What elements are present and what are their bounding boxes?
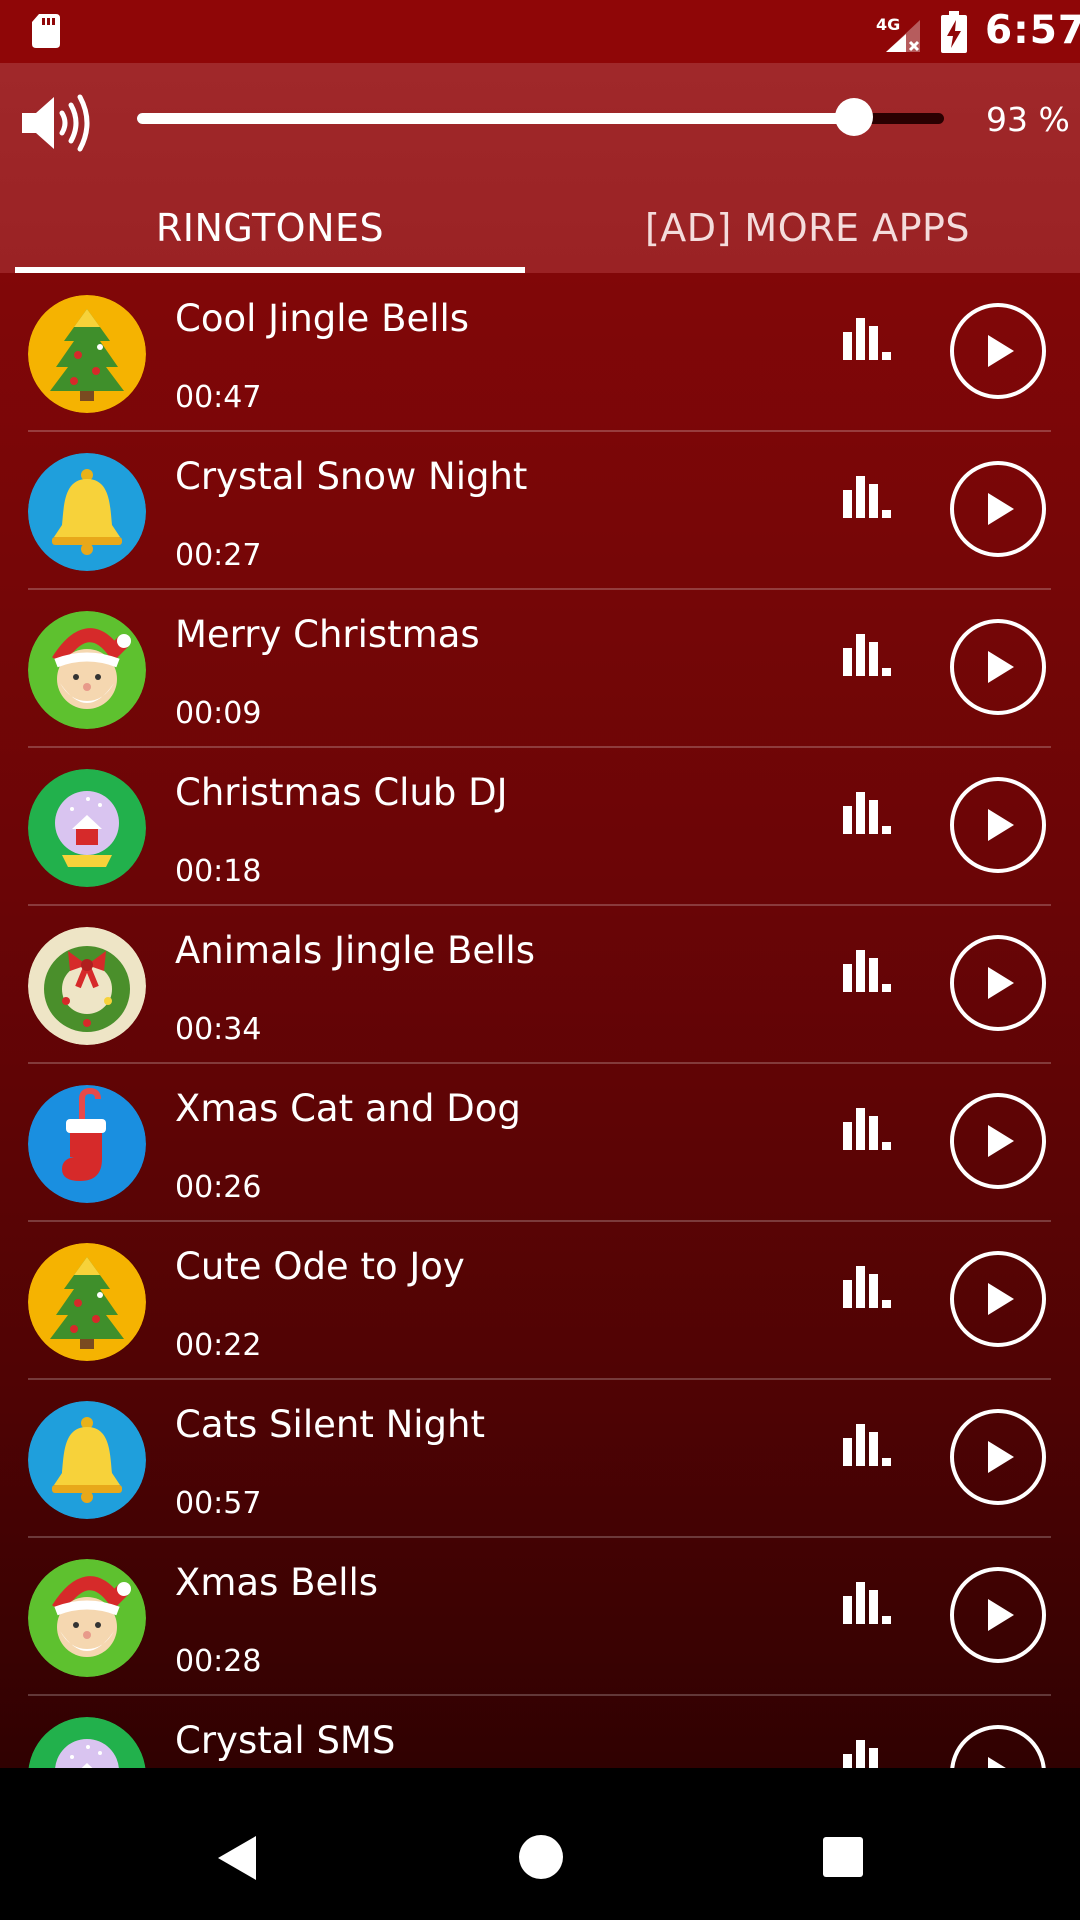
svg-text:4G: 4G	[876, 15, 900, 34]
tab-more-apps[interactable]: [AD] MORE APPS	[555, 183, 1060, 273]
volume-slider-thumb[interactable]	[835, 98, 873, 136]
equalizer-icon[interactable]	[843, 1266, 895, 1313]
equalizer-icon[interactable]	[843, 792, 895, 839]
back-icon[interactable]	[214, 1834, 258, 1882]
ringtone-duration: 00:28	[175, 1644, 262, 1679]
ringtone-row[interactable]: Cool Jingle Bells 00:47	[0, 273, 1080, 431]
volume-slider[interactable]	[137, 98, 944, 136]
volume-icon[interactable]	[20, 93, 94, 153]
ringtone-title: Crystal Snow Night	[175, 455, 528, 498]
sd-card-icon	[32, 14, 60, 48]
ringtone-title: Cool Jingle Bells	[175, 297, 470, 340]
ringtone-title: Xmas Bells	[175, 1561, 379, 1604]
snow-globe-icon	[28, 1717, 146, 1768]
ringtone-row[interactable]: Cute Ode to Joy 00:22	[0, 1221, 1080, 1379]
play-icon	[988, 1441, 1014, 1473]
ringtone-title: Cats Silent Night	[175, 1403, 485, 1446]
play-button[interactable]	[950, 619, 1046, 715]
home-icon[interactable]	[518, 1834, 564, 1880]
tab-bar: RINGTONES [AD] MORE APPS	[0, 183, 1080, 275]
equalizer-icon[interactable]	[843, 1424, 895, 1471]
play-icon	[988, 493, 1014, 525]
play-icon	[988, 651, 1014, 683]
ringtone-row[interactable]: Animals Jingle Bells 00:34	[0, 905, 1080, 1063]
status-time: 6:57	[985, 8, 1080, 53]
recent-apps-icon[interactable]	[823, 1837, 863, 1877]
ringtone-duration: 00:18	[175, 854, 262, 889]
play-button[interactable]	[950, 461, 1046, 557]
ringtone-duration: 00:22	[175, 1328, 262, 1363]
equalizer-icon[interactable]	[843, 476, 895, 523]
volume-slider-fill	[137, 113, 854, 124]
ringtone-title: Crystal SMS	[175, 1719, 396, 1762]
play-icon	[988, 809, 1014, 841]
ringtone-row[interactable]: Crystal SMS	[0, 1695, 1080, 1768]
navigation-bar	[0, 1794, 1080, 1920]
status-bar: 4G 6:57	[0, 0, 1080, 63]
bell-icon	[28, 1401, 146, 1519]
play-icon	[988, 1599, 1014, 1631]
equalizer-icon[interactable]	[843, 1108, 895, 1155]
ringtone-duration: 00:27	[175, 538, 262, 573]
ringtone-duration: 00:26	[175, 1170, 262, 1205]
bell-icon	[28, 453, 146, 571]
santa-icon	[28, 1559, 146, 1677]
ringtone-title: Xmas Cat and Dog	[175, 1087, 521, 1130]
ringtone-duration: 00:57	[175, 1486, 262, 1521]
equalizer-icon[interactable]	[843, 950, 895, 997]
ringtone-list[interactable]: Cool Jingle Bells 00:47 Crystal Snow Night…	[0, 273, 1080, 1768]
play-button[interactable]	[950, 303, 1046, 399]
play-icon	[988, 1125, 1014, 1157]
play-button[interactable]	[950, 935, 1046, 1031]
christmas-tree-icon	[28, 295, 146, 413]
battery-charging-icon	[941, 11, 967, 53]
ringtone-row[interactable]: Crystal Snow Night 00:27	[0, 431, 1080, 589]
ringtone-row[interactable]: Merry Christmas 00:09	[0, 589, 1080, 747]
ringtone-duration: 00:34	[175, 1012, 262, 1047]
ringtone-row[interactable]: Xmas Cat and Dog 00:26	[0, 1063, 1080, 1221]
santa-icon	[28, 611, 146, 729]
volume-percent: 93 %	[986, 100, 1070, 139]
ringtone-row[interactable]: Xmas Bells 00:28	[0, 1537, 1080, 1695]
play-button[interactable]	[950, 1725, 1046, 1768]
equalizer-icon[interactable]	[843, 634, 895, 681]
snow-globe-icon	[28, 769, 146, 887]
ringtone-row[interactable]: Cats Silent Night 00:57	[0, 1379, 1080, 1537]
play-icon	[988, 335, 1014, 367]
play-icon	[988, 967, 1014, 999]
play-button[interactable]	[950, 1567, 1046, 1663]
header: 93 % RINGTONES [AD] MORE APPS	[0, 63, 1080, 275]
stocking-icon	[28, 1085, 146, 1203]
wreath-icon	[28, 927, 146, 1045]
ringtone-title: Merry Christmas	[175, 613, 480, 656]
ringtone-title: Animals Jingle Bells	[175, 929, 535, 972]
ringtone-duration: 00:47	[175, 380, 262, 415]
signal-4g-icon: 4G	[876, 15, 920, 52]
tab-ringtones[interactable]: RINGTONES	[15, 183, 525, 273]
equalizer-icon[interactable]	[843, 1740, 895, 1768]
play-button[interactable]	[950, 777, 1046, 873]
ringtone-row[interactable]: Christmas Club DJ 00:18	[0, 747, 1080, 905]
equalizer-icon[interactable]	[843, 1582, 895, 1629]
play-icon	[988, 1283, 1014, 1315]
ringtone-title: Cute Ode to Joy	[175, 1245, 465, 1288]
ringtone-title: Christmas Club DJ	[175, 771, 508, 814]
play-button[interactable]	[950, 1093, 1046, 1189]
play-button[interactable]	[950, 1409, 1046, 1505]
equalizer-icon[interactable]	[843, 318, 895, 365]
christmas-tree-icon	[28, 1243, 146, 1361]
play-button[interactable]	[950, 1251, 1046, 1347]
ringtone-duration: 00:09	[175, 696, 262, 731]
play-icon	[988, 1757, 1006, 1768]
